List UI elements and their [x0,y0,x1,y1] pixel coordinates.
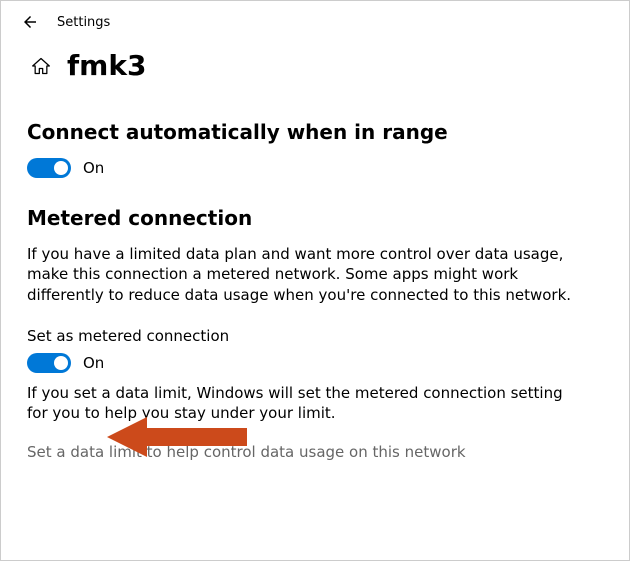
metered-toggle[interactable] [27,353,71,373]
metered-toggle-label: Set as metered connection [27,327,603,345]
home-icon[interactable] [31,56,51,76]
auto-connect-toggle[interactable] [27,158,71,178]
metered-heading: Metered connection [27,206,603,230]
data-limit-note: If you set a data limit, Windows will se… [27,383,587,424]
page-title: fmk3 [67,49,146,82]
metered-toggle-state: On [83,354,104,372]
auto-connect-heading: Connect automatically when in range [27,120,603,144]
data-limit-link[interactable]: Set a data limit to help control data us… [27,443,603,461]
back-button[interactable] [21,13,39,31]
arrow-left-icon [21,13,39,31]
toggle-knob [54,356,68,370]
metered-description: If you have a limited data plan and want… [27,244,587,305]
auto-connect-toggle-state: On [83,159,104,177]
app-title: Settings [57,15,110,30]
toggle-knob [54,161,68,175]
